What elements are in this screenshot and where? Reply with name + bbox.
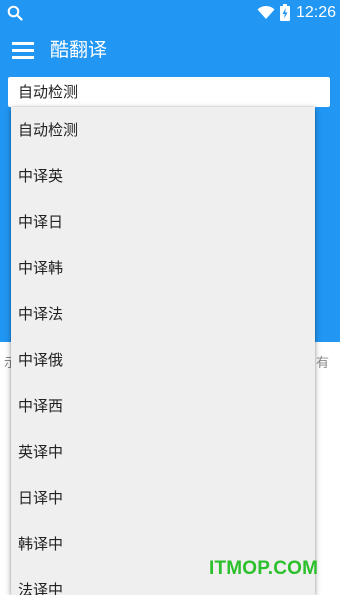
menu-icon[interactable] <box>12 41 34 59</box>
dropdown-option-ja-zh[interactable]: 日译中 <box>11 475 315 521</box>
dropdown-option-zh-ja[interactable]: 中译日 <box>11 199 315 245</box>
dropdown-option-en-zh[interactable]: 英译中 <box>11 429 315 475</box>
dropdown-option-zh-ko[interactable]: 中译韩 <box>11 245 315 291</box>
language-select[interactable]: 自动检测 <box>8 77 330 107</box>
dropdown-option-zh-fr[interactable]: 中译法 <box>11 291 315 337</box>
status-time: 12:26 <box>296 4 337 21</box>
wifi-icon <box>257 5 275 19</box>
language-dropdown-menu: 自动检测 中译英 中译日 中译韩 中译法 中译俄 中译西 英译中 日译中 韩译中… <box>11 107 315 595</box>
app-bar: 酷翻译 <box>0 26 340 74</box>
watermark-text: ITMOP.COM <box>209 558 319 579</box>
search-icon <box>7 5 23 21</box>
status-bar: 12:26 <box>0 0 340 26</box>
dropdown-option-zh-ru[interactable]: 中译俄 <box>11 337 315 383</box>
language-select-value: 自动检测 <box>18 83 79 101</box>
dropdown-option-zh-en[interactable]: 中译英 <box>11 153 315 199</box>
background-text-right: 有 <box>316 356 330 371</box>
app-title: 酷翻译 <box>50 39 108 61</box>
dropdown-option-auto-detect[interactable]: 自动检测 <box>11 107 315 153</box>
dropdown-option-zh-es[interactable]: 中译西 <box>11 383 315 429</box>
battery-charging-icon <box>280 4 290 21</box>
